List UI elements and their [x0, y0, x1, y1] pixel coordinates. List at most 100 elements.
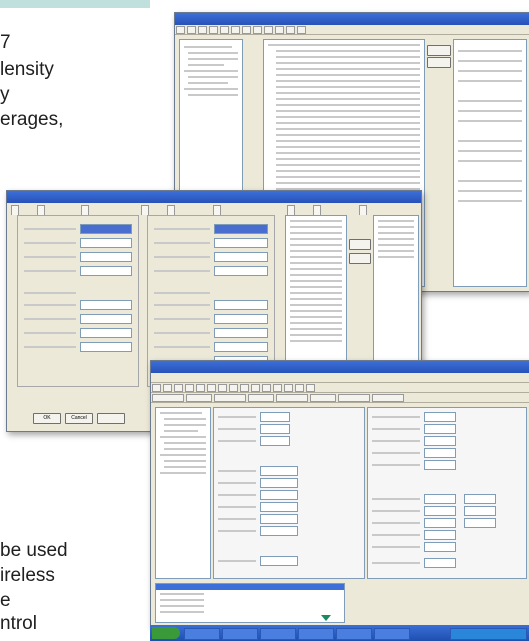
timeout-field[interactable]	[80, 266, 132, 276]
tab-measured-variables[interactable]	[37, 205, 45, 215]
app-window-front	[150, 360, 529, 627]
turnaround-field[interactable]	[80, 342, 132, 352]
apply-button[interactable]	[97, 413, 125, 424]
action-button[interactable]	[214, 394, 246, 402]
variable-field	[424, 448, 456, 458]
body-text-line: erages,	[0, 109, 64, 130]
tab-display-module[interactable]	[359, 205, 367, 215]
pressure-units-select[interactable]	[214, 300, 268, 310]
add-button[interactable]	[349, 239, 371, 250]
tag2-field[interactable]	[80, 314, 132, 324]
value-grid	[453, 39, 527, 287]
toolbar-button[interactable]	[306, 384, 315, 392]
pressure-lower-field[interactable]	[214, 328, 268, 338]
property-field[interactable]	[260, 556, 298, 566]
toolbar-button[interactable]	[187, 26, 196, 34]
variable-field	[464, 506, 496, 516]
taskbar-item[interactable]	[298, 628, 334, 640]
action-button[interactable]	[186, 394, 212, 402]
toolbar-button[interactable]	[220, 26, 229, 34]
toolbar-button[interactable]	[163, 384, 172, 392]
toolbar-button[interactable]	[152, 384, 161, 392]
taskbar-item[interactable]	[336, 628, 372, 640]
toolbar-button[interactable]	[295, 384, 304, 392]
units-select[interactable]	[214, 224, 268, 234]
action-button[interactable]	[338, 394, 370, 402]
toolbar-button[interactable]	[242, 26, 251, 34]
property-field[interactable]	[260, 466, 298, 476]
property-field[interactable]	[260, 478, 298, 488]
taskbar-item[interactable]	[374, 628, 410, 640]
remove-button[interactable]	[349, 253, 371, 264]
variable-field	[424, 436, 456, 446]
toolbar-button[interactable]	[286, 26, 295, 34]
pressure-upper-field[interactable]	[214, 342, 268, 352]
toolbar-button[interactable]	[185, 384, 194, 392]
upper-limit-field[interactable]	[214, 266, 268, 276]
toolbar	[151, 383, 529, 393]
property-field[interactable]	[260, 436, 290, 446]
dialog-titlebar	[7, 191, 421, 203]
device-variables	[367, 407, 527, 579]
action-button[interactable]	[276, 394, 308, 402]
address-field[interactable]	[80, 224, 132, 234]
toolbar-button[interactable]	[231, 26, 240, 34]
pressure-damping-field[interactable]	[214, 314, 268, 324]
taskbar-item[interactable]	[184, 628, 220, 640]
property-field[interactable]	[260, 526, 298, 536]
toolbar-button[interactable]	[198, 26, 207, 34]
tab-measured-variables[interactable]	[167, 205, 175, 215]
lower-limit-field[interactable]	[214, 252, 268, 262]
tab-general[interactable]	[11, 205, 19, 215]
tab-general[interactable]	[141, 205, 149, 215]
property-field[interactable]	[260, 424, 290, 434]
tab-measured-variables[interactable]	[313, 205, 321, 215]
start-button[interactable]	[152, 627, 180, 639]
serial-number-field[interactable]	[80, 328, 132, 338]
variable-field	[424, 494, 456, 504]
cancel-button[interactable]: Cancel	[65, 413, 93, 424]
tab-general[interactable]	[287, 205, 295, 215]
action-button[interactable]	[248, 394, 274, 402]
toolbar-button[interactable]	[240, 384, 249, 392]
toolbar-button[interactable]	[209, 26, 218, 34]
property-field[interactable]	[260, 412, 290, 422]
toolbar-button[interactable]	[196, 384, 205, 392]
damping-field[interactable]	[214, 238, 268, 248]
property-field[interactable]	[260, 502, 298, 512]
toolbar-button[interactable]	[262, 384, 271, 392]
toolbar-button[interactable]	[297, 26, 306, 34]
window-titlebar	[151, 361, 529, 373]
toolbar-button[interactable]	[264, 26, 273, 34]
toolbar-button[interactable]	[229, 384, 238, 392]
dialog-button[interactable]	[427, 45, 451, 56]
toolbar-button[interactable]	[273, 384, 282, 392]
ok-button[interactable]: OK	[33, 413, 61, 424]
action-button[interactable]	[310, 394, 336, 402]
toolbar-button[interactable]	[275, 26, 284, 34]
body-text-line: 7	[0, 32, 11, 53]
tab-display-module[interactable]	[81, 205, 89, 215]
action-button[interactable]	[372, 394, 404, 402]
event-log-header	[156, 584, 344, 590]
toolbar-button[interactable]	[174, 384, 183, 392]
tag-field[interactable]	[80, 300, 132, 310]
toolbar-button[interactable]	[253, 26, 262, 34]
port-field[interactable]	[80, 238, 132, 248]
toolbar-button[interactable]	[176, 26, 185, 34]
property-field[interactable]	[260, 514, 298, 524]
toolbar-button[interactable]	[218, 384, 227, 392]
taskbar-item[interactable]	[222, 628, 258, 640]
dialog-button[interactable]	[427, 57, 451, 68]
tab-display-module[interactable]	[213, 205, 221, 215]
toolbar-button[interactable]	[207, 384, 216, 392]
toolbar-button[interactable]	[251, 384, 260, 392]
action-button-bar	[151, 393, 529, 403]
taskbar-item[interactable]	[260, 628, 296, 640]
action-button[interactable]	[152, 394, 184, 402]
property-field[interactable]	[260, 490, 298, 500]
device-tree[interactable]	[155, 407, 211, 579]
protocol-field[interactable]	[80, 252, 132, 262]
body-text-line: ntrol	[0, 613, 37, 634]
toolbar-button[interactable]	[284, 384, 293, 392]
